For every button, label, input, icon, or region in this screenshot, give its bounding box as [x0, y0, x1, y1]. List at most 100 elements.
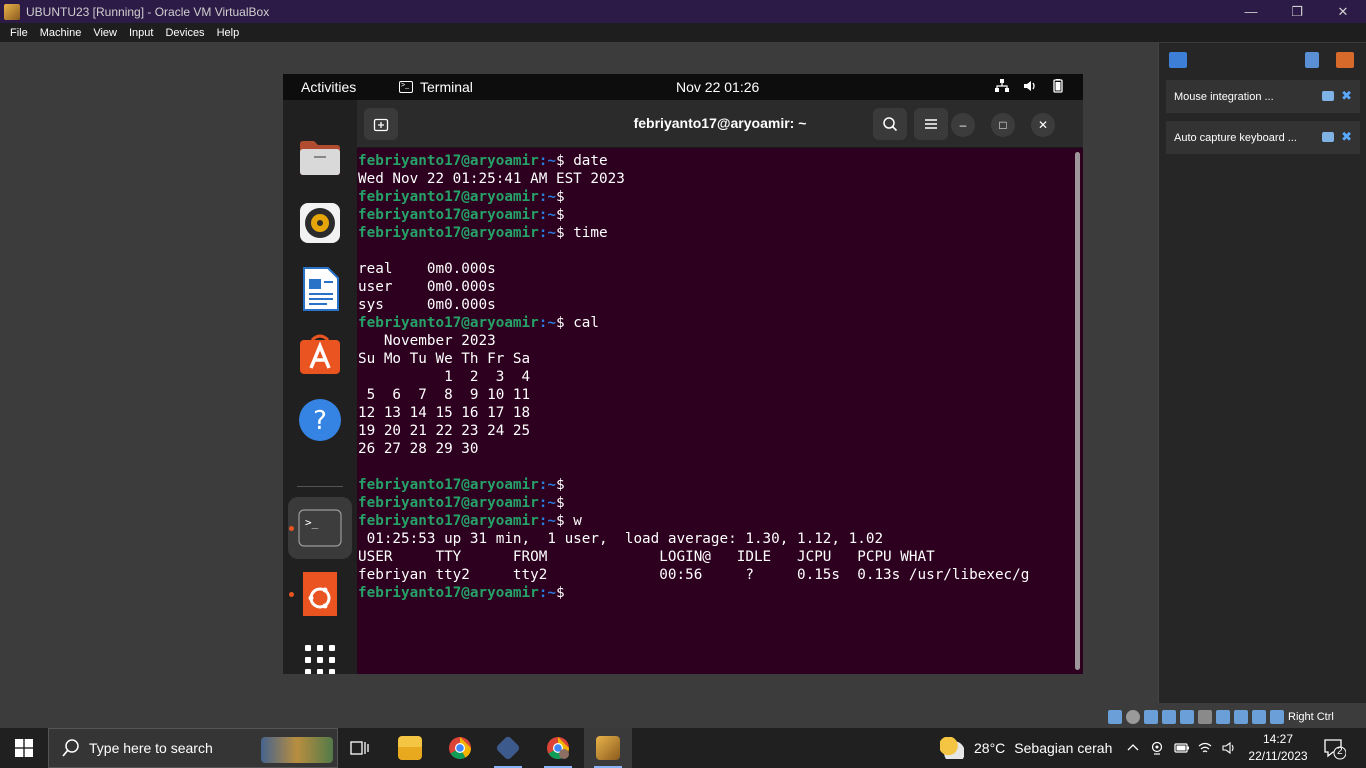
app-menu[interactable]: >_ Terminal	[399, 79, 473, 95]
terminal-output-line: 01:25:53 up 31 min, 1 user, load average…	[358, 531, 884, 547]
notification-center-icon[interactable]	[1169, 52, 1187, 68]
dock-separator	[297, 486, 343, 487]
terminal-scrollbar[interactable]	[1075, 152, 1080, 670]
app-center-icon[interactable]	[296, 330, 344, 378]
vbox-vm-icon	[596, 736, 620, 760]
taskbar-clock[interactable]: 14:27 22/11/2023	[1240, 731, 1316, 765]
prompt-path: :~	[538, 513, 556, 529]
weather-widget[interactable]: 28°C Sebagian cerah	[940, 728, 1112, 768]
display-status-icon[interactable]	[1216, 710, 1230, 724]
sort-icon[interactable]	[1305, 52, 1319, 68]
terminal-output-line: Wed Nov 22 01:25:41 AM EST 2023	[358, 171, 625, 187]
network-status-icon[interactable]	[1162, 710, 1176, 724]
search-button[interactable]	[873, 108, 907, 140]
terminal-window[interactable]: febriyanto17@aryoamir: ~ – □ ✕ febriyant…	[357, 100, 1083, 674]
wifi-icon[interactable]	[1198, 741, 1212, 755]
terminal-prompt-line: febriyanto17@aryoamir:~$ w	[358, 512, 1070, 530]
restore-button[interactable]: ❐	[1274, 0, 1320, 23]
disk-status-icon[interactable]	[1108, 710, 1122, 724]
terminal-output-line: febriyan tty2 tty2 00:56 ? 0.15s 0.13s /…	[358, 567, 1030, 583]
libreoffice-writer-icon[interactable]	[296, 265, 344, 313]
shared-folders-icon[interactable]	[1198, 710, 1212, 724]
ubuntu-installer-icon[interactable]	[296, 570, 344, 618]
close-window-button[interactable]: ✕	[1031, 113, 1055, 137]
mouse-integration-icon[interactable]	[1270, 710, 1284, 724]
prompt-command: $	[555, 477, 574, 493]
vbox-vm-taskbar-button[interactable]	[584, 728, 632, 768]
notice-mouse-integration[interactable]: Mouse integration ... ✖	[1166, 80, 1360, 113]
prompt-user: febriyanto17@aryoamir	[358, 495, 539, 511]
notification-count: 2	[1337, 746, 1343, 757]
maximize-window-button[interactable]: □	[991, 113, 1015, 137]
rhythmbox-icon[interactable]	[296, 199, 344, 247]
usb-status-icon[interactable]	[1180, 710, 1194, 724]
start-button[interactable]	[0, 728, 48, 768]
files-icon[interactable]	[296, 134, 344, 182]
terminal-output-line: 19 20 21 22 23 24 25	[358, 423, 531, 439]
notice-close-icon[interactable]: ✖	[1341, 88, 1352, 104]
task-view-button[interactable]	[336, 728, 384, 768]
chrome-button[interactable]	[436, 728, 484, 768]
terminal-output-line: sys 0m0.000s	[358, 297, 496, 313]
minimize-window-button[interactable]: –	[951, 113, 975, 137]
search-highlight-image	[261, 737, 333, 763]
menu-machine[interactable]: Machine	[34, 27, 88, 39]
guest-screen[interactable]: Activities >_ Terminal Nov 22 01:26 ? >_…	[283, 74, 1083, 674]
terminal-output[interactable]: febriyanto17@aryoamir:~$ date Wed Nov 22 …	[357, 148, 1071, 674]
chrome-icon	[449, 737, 471, 759]
minimize-button[interactable]: —	[1228, 0, 1274, 23]
menu-file[interactable]: File	[4, 27, 34, 39]
gnome-system-tray[interactable]	[995, 79, 1065, 93]
file-explorer-button[interactable]	[386, 728, 434, 768]
menu-view[interactable]: View	[87, 27, 123, 39]
search-icon	[62, 739, 79, 757]
notice-close-icon[interactable]: ✖	[1341, 129, 1352, 145]
close-button[interactable]: ✕	[1320, 0, 1366, 23]
file-explorer-icon	[398, 736, 422, 760]
menu-devices[interactable]: Devices	[159, 27, 210, 39]
virtualbox-cube-icon	[495, 735, 521, 761]
notification-center-button[interactable]: 2	[1322, 736, 1347, 760]
clear-notifications-icon[interactable]	[1336, 52, 1354, 68]
taskbar-search[interactable]: Type here to search	[48, 728, 338, 768]
menu-input[interactable]: Input	[123, 27, 159, 39]
terminal-output-line: 5 6 7 8 9 10 11	[358, 387, 531, 403]
prompt-path: :~	[538, 225, 556, 241]
svg-text:>_: >_	[305, 516, 319, 529]
optical-drive-icon[interactable]	[1126, 710, 1140, 724]
prompt-user: febriyanto17@aryoamir	[358, 585, 539, 601]
notice-pin-icon[interactable]	[1322, 132, 1334, 142]
ubuntu-dock: ? >_	[283, 100, 357, 674]
prompt-path: :~	[538, 153, 556, 169]
menu-help[interactable]: Help	[211, 27, 246, 39]
terminal-output-line: user 0m0.000s	[358, 279, 496, 295]
recording-status-icon[interactable]	[1234, 710, 1248, 724]
speaker-icon[interactable]	[1222, 741, 1236, 755]
chrome-profile-icon	[547, 737, 569, 759]
terminal-output-line: November 2023	[358, 333, 496, 349]
audio-status-icon[interactable]	[1144, 710, 1158, 724]
chrome-profile-button[interactable]	[534, 728, 582, 768]
help-icon[interactable]: ?	[296, 396, 344, 444]
cpu-status-icon[interactable]	[1252, 710, 1266, 724]
chevron-up-icon[interactable]	[1126, 741, 1140, 755]
activities-button[interactable]: Activities	[301, 79, 356, 95]
battery-icon[interactable]	[1174, 741, 1189, 755]
battery-icon	[1051, 79, 1065, 93]
webcam-icon[interactable]	[1150, 741, 1164, 755]
vbox-menu-bar: File Machine View Input Devices Help	[0, 23, 1366, 42]
virtualbox-taskbar-button[interactable]	[484, 728, 532, 768]
partly-sunny-icon	[940, 737, 964, 759]
terminal-output-line: 1 2 3 4	[358, 369, 531, 385]
terminal-icon[interactable]: >_	[296, 504, 344, 552]
prompt-path: :~	[538, 189, 556, 205]
hamburger-menu-button[interactable]	[914, 108, 948, 140]
terminal-prompt-line: febriyanto17@aryoamir:~$ date	[358, 152, 1070, 170]
show-apps-icon[interactable]	[296, 636, 344, 674]
weather-temperature: 28°C	[974, 740, 1006, 756]
notice-pin-icon[interactable]	[1322, 91, 1334, 101]
notice-auto-capture-keyboard[interactable]: Auto capture keyboard ... ✖	[1166, 121, 1360, 154]
gnome-clock[interactable]: Nov 22 01:26	[676, 79, 759, 95]
terminal-prompt-line: febriyanto17@aryoamir:~$	[358, 494, 1070, 512]
